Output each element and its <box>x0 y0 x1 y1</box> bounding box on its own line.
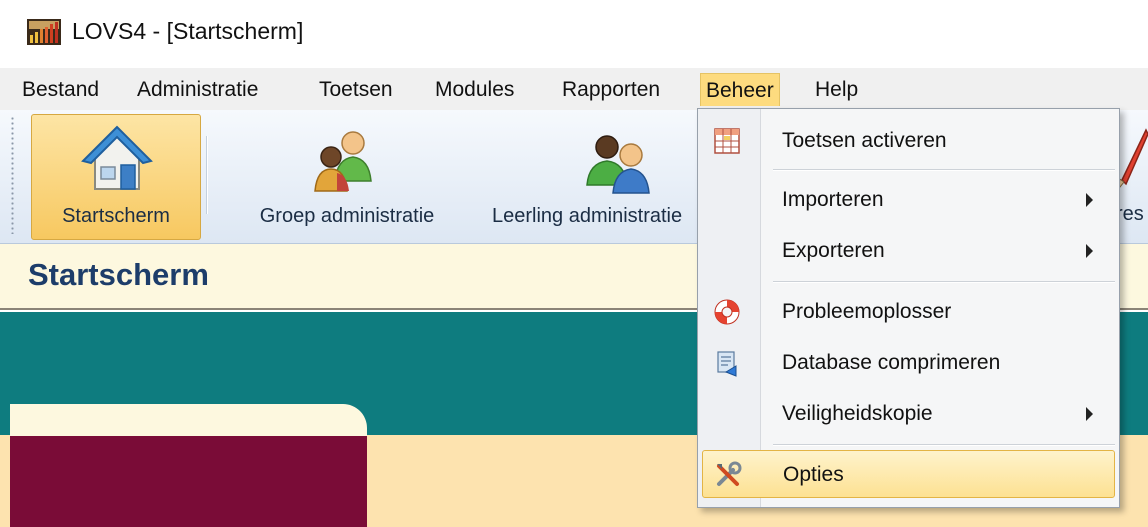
content-maroon-panel <box>10 436 367 527</box>
menu-beheer[interactable]: Beheer <box>700 73 780 106</box>
menu-modules[interactable]: Modules <box>430 73 519 106</box>
menu-bar: Bestand Administratie Toetsen Modules Ra… <box>0 68 1148 110</box>
bar-chart-app-icon <box>27 19 61 45</box>
menu-item-label: Database comprimeren <box>782 351 1001 374</box>
home-icon <box>81 125 153 190</box>
toolbar-groep-administratie-button[interactable]: Groep administratie <box>222 114 472 240</box>
window-title: LOVS4 - [Startscherm] <box>72 18 304 44</box>
toolbar-leerling-administratie-button[interactable]: Leerling administratie <box>488 114 698 240</box>
toolbar-groep-administratie-label: Groep administratie <box>259 205 435 227</box>
beheer-dropdown-menu: Toetsen activeren Importeren Exporteren … <box>697 108 1120 508</box>
menu-item-importeren[interactable]: Importeren <box>702 176 1115 224</box>
toolbar-startscherm-button[interactable]: Startscherm <box>31 114 201 240</box>
menu-item-label: Veiligheidskopie <box>782 402 933 425</box>
toolbar-startscherm-label: Startscherm <box>62 205 170 227</box>
submenu-arrow-icon <box>1086 407 1093 421</box>
database-compress-icon <box>717 351 737 377</box>
group-users-icon <box>314 131 372 192</box>
menu-rapporten[interactable]: Rapporten <box>557 73 665 106</box>
grid-table-icon <box>714 128 740 154</box>
menu-item-opties[interactable]: Opties <box>702 450 1115 498</box>
title-bar: LOVS4 - [Startscherm] <box>0 0 1148 66</box>
menu-separator <box>773 281 1115 283</box>
menu-item-label: Toetsen activeren <box>782 129 947 152</box>
lifebuoy-icon <box>714 299 740 325</box>
menu-item-exporteren[interactable]: Exporteren <box>702 227 1115 275</box>
page-title: Startscherm <box>28 257 209 292</box>
menu-item-veiligheidskopie[interactable]: Veiligheidskopie <box>702 390 1115 438</box>
student-users-icon <box>586 135 650 194</box>
menu-toetsen[interactable]: Toetsen <box>314 73 398 106</box>
toolbar-separator <box>206 136 208 214</box>
menu-help[interactable]: Help <box>810 73 863 106</box>
menu-item-label: Exporteren <box>782 239 885 262</box>
menu-separator <box>773 444 1115 446</box>
app-window: LOVS4 - [Startscherm] Bestand Administra… <box>0 0 1148 527</box>
menu-item-label: Importeren <box>782 188 884 211</box>
menu-bestand[interactable]: Bestand <box>17 73 104 106</box>
menu-item-probleemoplosser[interactable]: Probleemoplosser <box>702 288 1115 336</box>
submenu-arrow-icon <box>1086 244 1093 258</box>
toolbar-partial-label: res <box>1116 203 1144 225</box>
menu-administratie[interactable]: Administratie <box>132 73 263 106</box>
submenu-arrow-icon <box>1086 193 1093 207</box>
menu-item-label: Probleemoplosser <box>782 300 952 323</box>
menu-separator <box>773 169 1115 171</box>
tools-icon <box>717 461 742 486</box>
menu-item-toetsen-activeren[interactable]: Toetsen activeren <box>702 117 1115 165</box>
toolbar-leerling-administratie-label: Leerling administratie <box>492 205 683 227</box>
toolbar-grip[interactable] <box>10 116 16 234</box>
menu-item-label: Opties <box>783 463 844 486</box>
menu-item-database-comprimeren[interactable]: Database comprimeren <box>702 339 1115 387</box>
